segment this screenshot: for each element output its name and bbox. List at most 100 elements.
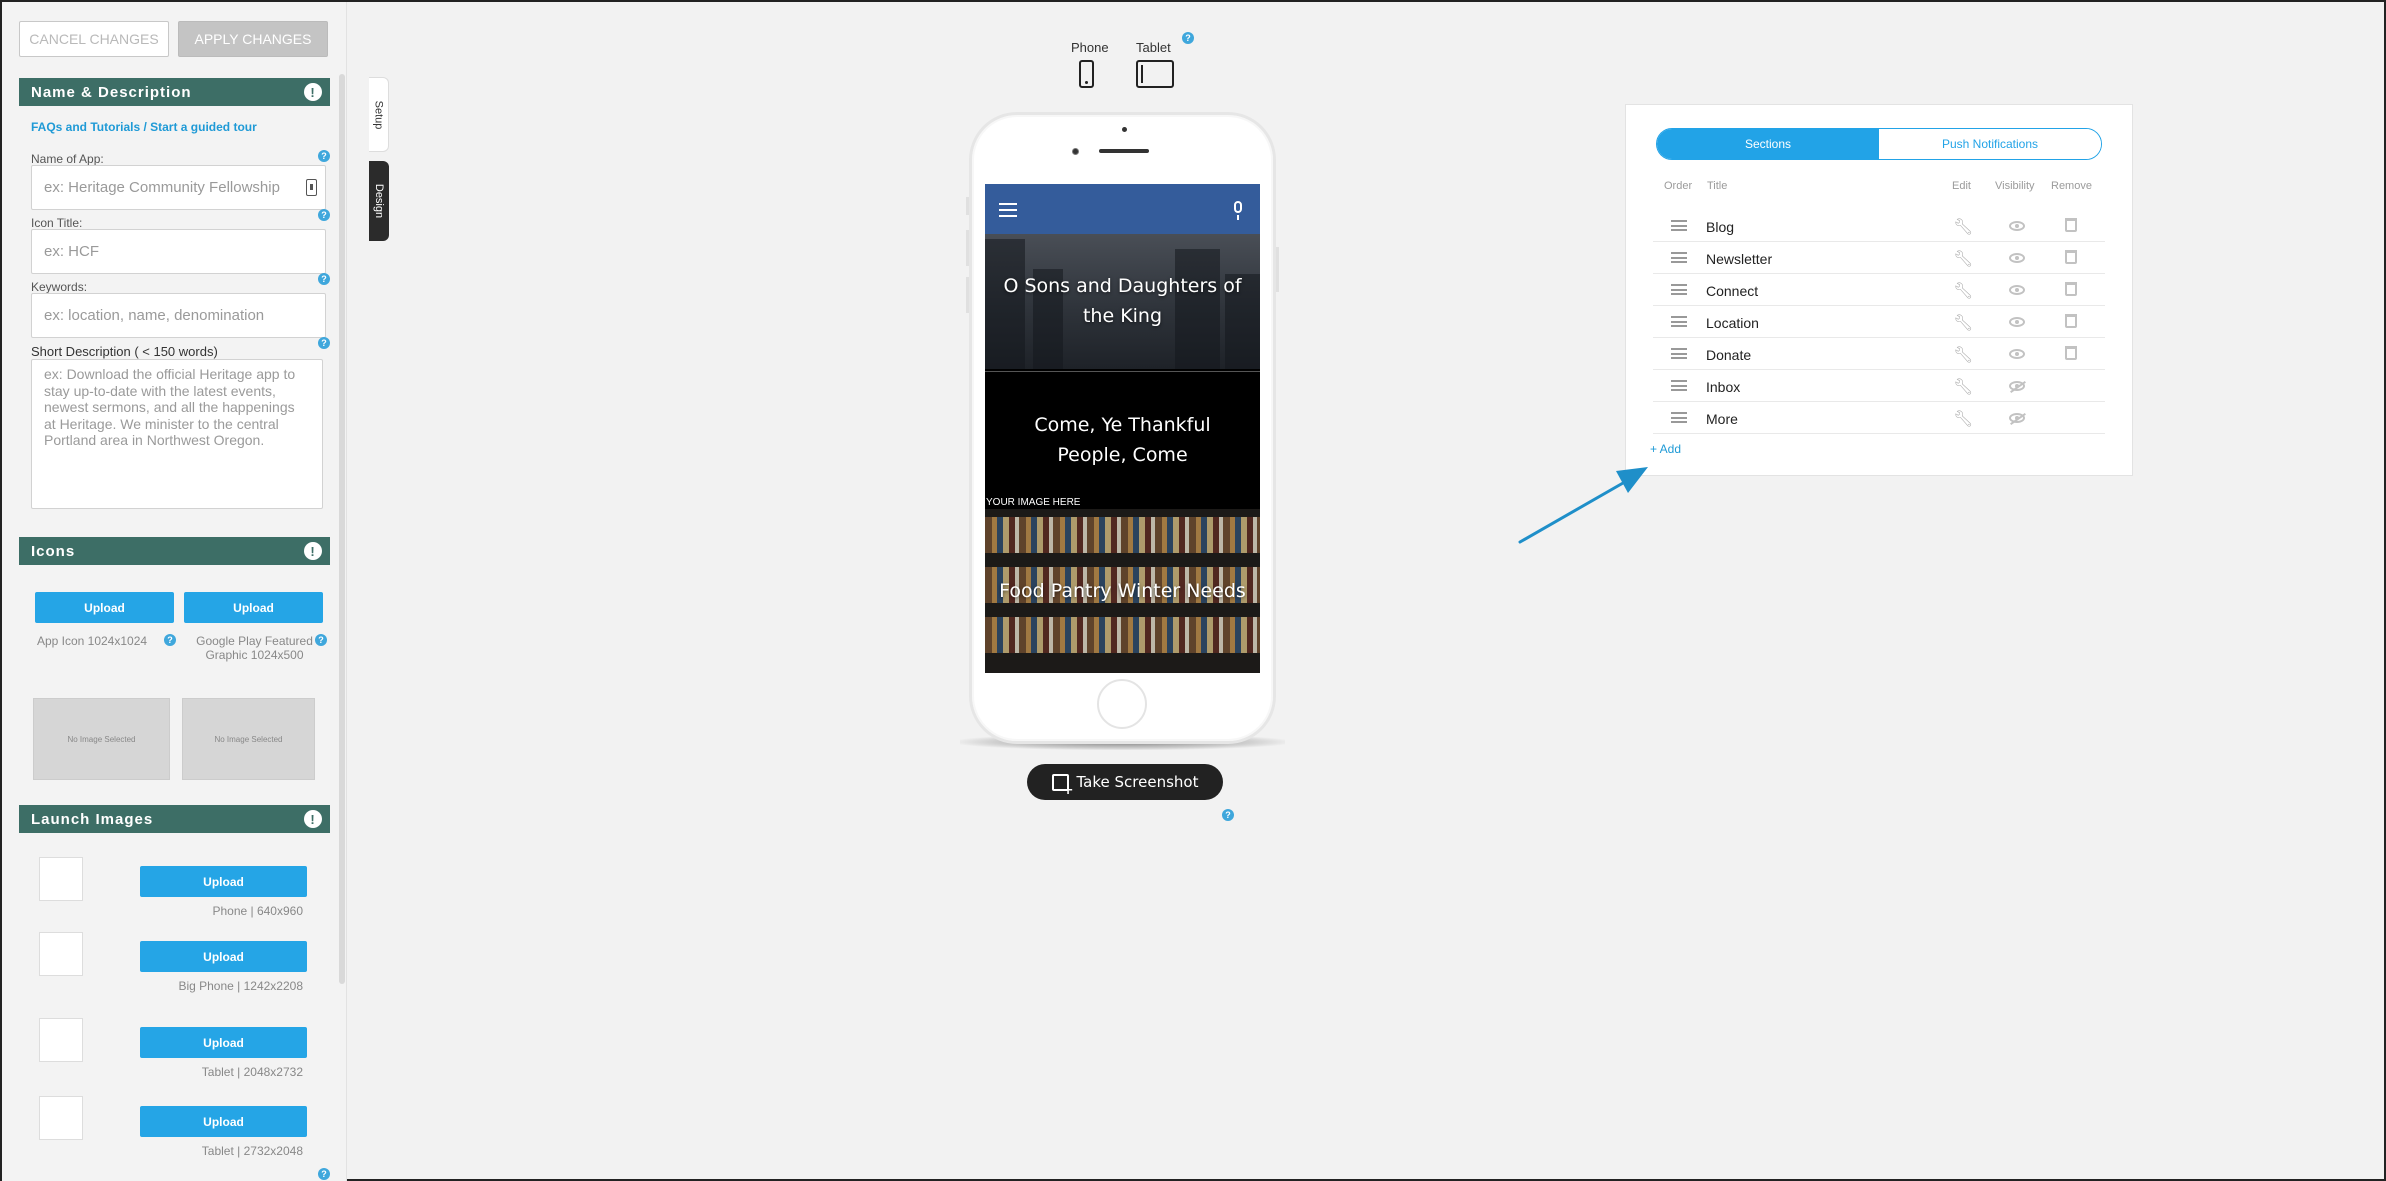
eye-icon[interactable] bbox=[2009, 285, 2025, 295]
info-icon[interactable]: ! bbox=[304, 542, 322, 560]
help-icon[interactable]: ? bbox=[315, 634, 327, 646]
trash-icon[interactable] bbox=[2065, 346, 2077, 360]
section-row: Location 🔧︎ bbox=[1653, 306, 2105, 338]
tab-push-notifications[interactable]: Push Notifications bbox=[1879, 129, 2101, 159]
drag-handle-icon[interactable] bbox=[1671, 348, 1687, 359]
wrench-icon[interactable]: 🔧︎ bbox=[1953, 313, 1973, 333]
image-placeholder-label: YOUR IMAGE HERE bbox=[986, 497, 1081, 508]
help-icon[interactable]: ? bbox=[1182, 32, 1194, 44]
phone-device-icon[interactable] bbox=[1079, 60, 1094, 88]
section-row: Inbox 🔧︎ bbox=[1653, 370, 2105, 402]
section-title: Name & Description bbox=[31, 83, 192, 101]
drag-handle-icon[interactable] bbox=[1671, 316, 1687, 327]
microphone-icon[interactable] bbox=[1234, 201, 1242, 220]
help-icon[interactable]: ? bbox=[318, 150, 330, 162]
wrench-icon[interactable]: 🔧︎ bbox=[1953, 409, 1973, 429]
eye-icon[interactable] bbox=[2009, 349, 2025, 359]
launch-size-label: Tablet | 2048x2732 bbox=[201, 1065, 303, 1079]
section-row: Newsletter 🔧︎ bbox=[1653, 242, 2105, 274]
help-icon[interactable]: ? bbox=[318, 1168, 330, 1180]
launch-size-label: Big Phone | 1242x2208 bbox=[178, 979, 303, 993]
info-icon[interactable]: ! bbox=[304, 810, 322, 828]
help-icon[interactable]: ? bbox=[164, 634, 176, 646]
keywords-placeholder: ex: location, name, denomination bbox=[44, 307, 265, 324]
app-name-input[interactable]: ex: Heritage Community Fellowship bbox=[31, 165, 326, 210]
section-title: Newsletter bbox=[1706, 251, 1773, 267]
app-bar bbox=[985, 184, 1260, 234]
short-description-label: Short Description ( < 150 words) bbox=[31, 344, 218, 359]
trash-icon[interactable] bbox=[2065, 282, 2077, 296]
upload-phone-launch-button[interactable]: Upload bbox=[140, 866, 307, 897]
help-icon[interactable]: ? bbox=[318, 337, 330, 349]
launch-images-header: Launch Images ! bbox=[19, 805, 330, 833]
drag-handle-icon[interactable] bbox=[1671, 380, 1687, 391]
section-title: Launch Images bbox=[31, 810, 154, 828]
keywords-input[interactable]: ex: location, name, denomination bbox=[31, 293, 326, 338]
section-title: Connect bbox=[1706, 283, 1759, 299]
drag-handle-icon[interactable] bbox=[1671, 284, 1687, 295]
section-title: Donate bbox=[1706, 347, 1752, 363]
icon-title-input[interactable]: ex: HCF bbox=[31, 229, 326, 274]
upload-tablet-landscape-launch-button[interactable]: Upload bbox=[140, 1106, 307, 1137]
hamburger-menu-icon[interactable] bbox=[999, 203, 1017, 217]
drag-handle-icon[interactable] bbox=[1671, 412, 1687, 423]
trash-icon[interactable] bbox=[2065, 314, 2077, 328]
drag-handle-icon[interactable] bbox=[1671, 252, 1687, 263]
eye-slash-icon[interactable] bbox=[2009, 413, 2025, 423]
trash-icon[interactable] bbox=[2065, 250, 2077, 264]
column-header-visibility: Visibility bbox=[1995, 180, 2035, 192]
wrench-icon[interactable]: 🔧︎ bbox=[1953, 345, 1973, 365]
preview-tile[interactable]: Food Pantry Winter Needs bbox=[985, 509, 1260, 673]
eye-icon[interactable] bbox=[2009, 317, 2025, 327]
icon-title-label: Icon Title: bbox=[31, 216, 83, 230]
help-icon[interactable]: ? bbox=[1222, 809, 1234, 821]
wrench-icon[interactable]: 🔧︎ bbox=[1953, 249, 1973, 269]
upload-big-phone-launch-button[interactable]: Upload bbox=[140, 941, 307, 972]
preview-tile[interactable]: O Sons and Daughters of the King bbox=[985, 232, 1260, 369]
section-title: More bbox=[1706, 411, 1738, 427]
left-panel-scrollbar[interactable] bbox=[339, 74, 345, 984]
upload-app-icon-button[interactable]: Upload bbox=[35, 592, 174, 623]
contact-card-icon bbox=[306, 179, 317, 196]
apply-changes-button[interactable]: APPLY CHANGES bbox=[178, 21, 328, 57]
short-description-textarea[interactable]: ex: Download the official Heritage app t… bbox=[31, 359, 323, 509]
tab-sections[interactable]: Sections bbox=[1657, 129, 1879, 159]
tab-setup[interactable]: Setup bbox=[369, 77, 389, 152]
section-row: Connect 🔧︎ bbox=[1653, 274, 2105, 306]
upload-tablet-portrait-launch-button[interactable]: Upload bbox=[140, 1027, 307, 1058]
left-settings-panel: CANCEL CHANGES APPLY CHANGES Name & Desc… bbox=[2, 2, 347, 1181]
tab-design[interactable]: Design bbox=[369, 161, 389, 241]
sections-tab-switch: Sections Push Notifications bbox=[1656, 128, 2102, 160]
eye-icon[interactable] bbox=[2009, 221, 2025, 231]
tablet-device-icon[interactable] bbox=[1136, 60, 1174, 88]
add-section-link[interactable]: + Add bbox=[1650, 442, 1681, 456]
upload-featured-graphic-button[interactable]: Upload bbox=[184, 592, 323, 623]
section-title: Blog bbox=[1706, 219, 1735, 235]
info-icon[interactable]: ! bbox=[304, 83, 322, 101]
column-header-remove: Remove bbox=[2051, 180, 2092, 192]
phone-side-button bbox=[966, 197, 969, 215]
wrench-icon[interactable]: 🔧︎ bbox=[1953, 217, 1973, 237]
eye-slash-icon[interactable] bbox=[2009, 381, 2025, 391]
eye-icon[interactable] bbox=[2009, 253, 2025, 263]
preview-tile[interactable]: Come, Ye Thankful People, Come bbox=[985, 371, 1260, 508]
launch-image-thumb bbox=[39, 932, 83, 976]
wrench-icon[interactable]: 🔧︎ bbox=[1953, 281, 1973, 301]
app-name-label: Name of App: bbox=[31, 152, 104, 166]
help-icon[interactable]: ? bbox=[318, 273, 330, 285]
column-header-edit: Edit bbox=[1952, 180, 1971, 192]
faq-tutorial-link[interactable]: FAQs and Tutorials / Start a guided tour bbox=[31, 120, 257, 134]
launch-size-label: Tablet | 2732x2048 bbox=[201, 1144, 303, 1158]
take-screenshot-button[interactable]: Take Screenshot bbox=[1027, 764, 1223, 800]
drag-handle-icon[interactable] bbox=[1671, 220, 1687, 231]
launch-image-thumb bbox=[39, 1018, 83, 1062]
cancel-changes-button[interactable]: CANCEL CHANGES bbox=[19, 21, 169, 57]
device-phone-label: Phone bbox=[1071, 40, 1109, 55]
help-icon[interactable]: ? bbox=[318, 209, 330, 221]
preview-tile-title: O Sons and Daughters of the King bbox=[1003, 274, 1242, 327]
wrench-icon[interactable]: 🔧︎ bbox=[1953, 377, 1973, 397]
icon-title-placeholder: ex: HCF bbox=[44, 243, 100, 260]
trash-icon[interactable] bbox=[2065, 218, 2077, 232]
launch-image-thumb bbox=[39, 857, 83, 901]
preview-tile-title: Come, Ye Thankful People, Come bbox=[1034, 414, 1211, 466]
